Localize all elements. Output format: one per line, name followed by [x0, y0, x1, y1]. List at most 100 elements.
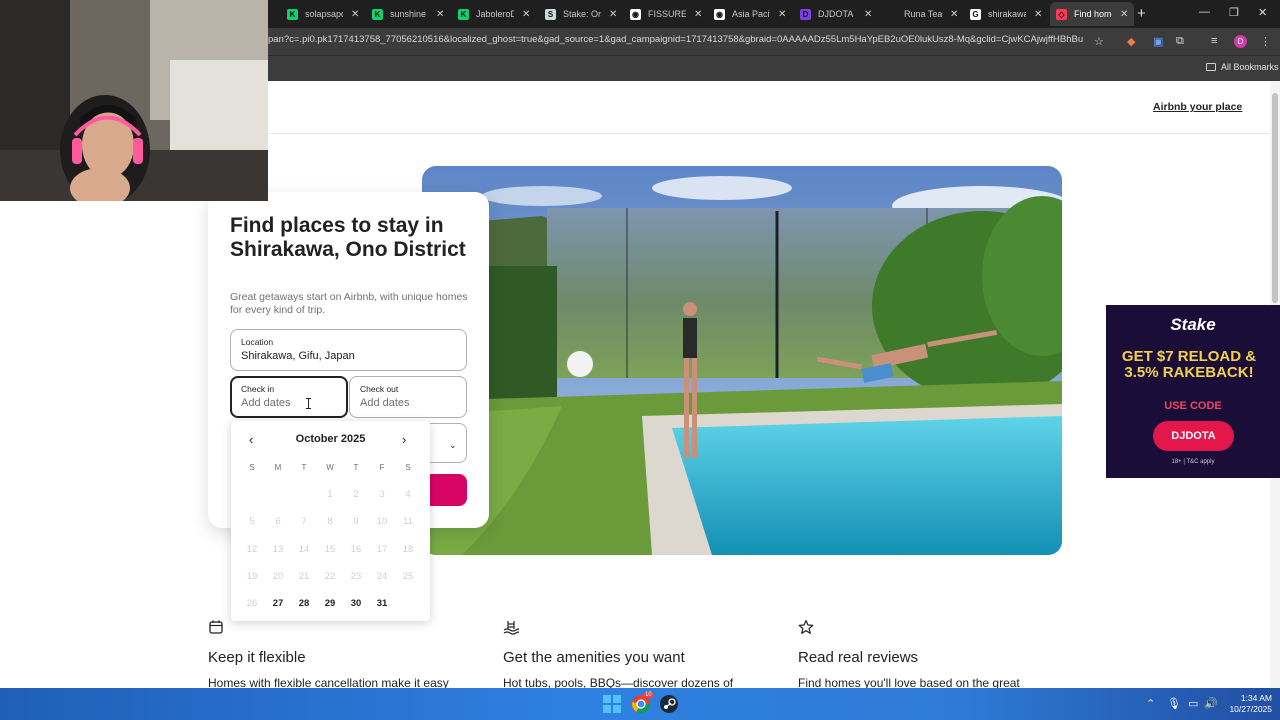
tab-close-icon[interactable]: ✕	[694, 9, 702, 20]
tab-favicon-icon: S	[545, 8, 556, 20]
microphone-icon[interactable]: 🎙	[1167, 697, 1181, 710]
volume-icon[interactable]: 🔊	[1204, 697, 1218, 710]
airbnb-your-place-link[interactable]: Airbnb your place	[1153, 101, 1242, 113]
scroll-thumb[interactable]	[1272, 93, 1278, 303]
calendar-day-available[interactable]: 29	[317, 598, 343, 609]
extension-icon[interactable]: ◆	[1127, 35, 1135, 48]
clock-date: 10/27/2025	[1229, 704, 1272, 714]
clock-time: 1:34 AM	[1240, 693, 1272, 703]
feature-title: Get the amenities you want	[503, 649, 685, 666]
tab-close-icon[interactable]: ✕	[778, 9, 786, 20]
calendar-day-disabled: 6	[275, 516, 281, 528]
windows-start-icon[interactable]	[602, 694, 622, 714]
ad-fine-print: 18+ | T&C apply	[1171, 459, 1215, 465]
location-value[interactable]: Shirakawa, Gifu, Japan	[241, 350, 355, 362]
calendar-day-disabled: 9	[353, 516, 359, 528]
url-field[interactable]: pan?c=.pi0.pk1717413758_77056210516&loca…	[268, 34, 1083, 45]
browser-tab[interactable]: Gshirakawa ✕	[970, 4, 1042, 24]
check-in-input[interactable]: Add dates	[241, 397, 291, 409]
weekday-label: W	[326, 463, 334, 472]
new-tab-button[interactable]: +	[1137, 5, 1146, 22]
tab-close-icon[interactable]: ✕	[609, 9, 617, 20]
calendar-day-disabled: 7	[301, 516, 307, 528]
location-field[interactable]: Location Shirakawa, Gifu, Japan	[230, 329, 467, 371]
calendar-day-disabled: 25	[402, 570, 414, 582]
calendar-day-disabled: 21	[298, 570, 310, 582]
all-bookmarks[interactable]: All Bookmarks	[1206, 62, 1279, 72]
calendar-day-disabled: 22	[324, 570, 336, 582]
calendar-day-disabled: 20	[272, 570, 284, 582]
calendar-month-title: October 2025	[295, 433, 366, 445]
calendar-day-available[interactable]: 28	[291, 598, 317, 609]
steam-icon[interactable]	[659, 694, 679, 714]
tab-close-icon[interactable]: ✕	[351, 9, 359, 20]
check-in-field[interactable]: Check in Add dates	[230, 376, 348, 418]
location-label: Location	[241, 337, 274, 347]
tab-label: Find home	[1074, 9, 1112, 19]
browser-tab[interactable]: ◉ FISSURE P ✕	[630, 4, 702, 24]
check-out-input[interactable]: Add dates	[360, 397, 410, 409]
browser-tab[interactable]: Ksunshine ✕	[372, 4, 444, 24]
tab-favicon-icon: G	[970, 8, 981, 20]
taskbar-clock[interactable]: 1:34 AM 10/27/2025	[1222, 693, 1272, 715]
menu-dots-icon[interactable]: ⋮	[1260, 35, 1271, 48]
calendar-day-disabled: 17	[376, 543, 388, 555]
calendar-day-disabled: 16	[350, 543, 362, 555]
browser-tab[interactable]: Ksolapsapd ✕	[287, 4, 359, 24]
calendar-day-available[interactable]: 30	[343, 598, 369, 609]
calendar-day-available[interactable]: 27	[265, 598, 291, 609]
tab-close-icon[interactable]: ✕	[1120, 9, 1128, 20]
browser-tab[interactable]: D DJDOTA ✕	[800, 4, 872, 24]
tab-close-icon[interactable]: ✕	[864, 9, 872, 20]
webcam-feed	[0, 0, 268, 201]
weekday-label: S	[405, 463, 411, 472]
tab-label: DJDOTA	[818, 9, 854, 19]
browser-tab[interactable]: ◇ Find home ✕	[1050, 2, 1135, 26]
calendar-day-disabled: 13	[272, 543, 284, 555]
calendar-day-disabled: 24	[376, 570, 388, 582]
browser-tab[interactable]: K JaboleroD ✕	[458, 4, 530, 24]
restore-icon[interactable]: ❐	[1229, 6, 1239, 19]
weekday-label: M	[274, 463, 282, 472]
tab-label: solapsapd	[305, 9, 343, 19]
ad-headline: GET $7 RELOAD & 3.5% RAKEBACK!	[1121, 348, 1257, 381]
shield-extension-icon[interactable]: ▣	[1153, 35, 1163, 48]
browser-tab[interactable]: Runa Tean ✕	[886, 4, 958, 24]
weekday-label: T	[353, 463, 359, 472]
tab-close-icon[interactable]: ✕	[522, 9, 530, 20]
next-month-icon[interactable]: ›	[402, 432, 406, 447]
network-icon[interactable]: ▭	[1188, 697, 1198, 710]
tab-favicon-icon: ◇	[1056, 8, 1067, 20]
browser-tab[interactable]: ◉ Asia Pacif ✕	[714, 4, 786, 24]
calendar-day-disabled: 12	[246, 543, 258, 555]
profile-avatar[interactable]: D	[1234, 35, 1247, 48]
tab-favicon-icon	[886, 8, 897, 20]
check-in-label: Check in	[241, 384, 275, 394]
minimize-icon[interactable]: —	[1199, 6, 1210, 18]
chevron-down-icon: ⌄	[449, 440, 457, 450]
calendar-day-available[interactable]: 31	[369, 598, 395, 609]
media-control-icon[interactable]: ≡	[1211, 35, 1217, 47]
all-bookmarks-label: All Bookmarks	[1221, 62, 1279, 72]
tab-close-icon[interactable]: ✕	[436, 9, 444, 20]
tab-close-icon[interactable]: ✕	[1034, 9, 1042, 20]
browser-tab[interactable]: S Stake: Onl ✕	[545, 4, 617, 24]
tab-label: Runa Tean	[904, 9, 942, 19]
ad-logo: Stake	[1170, 315, 1216, 334]
calendar-day-disabled: 18	[402, 543, 414, 555]
close-window-icon[interactable]: ✕	[1258, 6, 1267, 19]
calendar-day-disabled: 26	[246, 598, 258, 610]
windows-taskbar: 10 ⌃ 🎙 ▭ 🔊 1:34 AM 10/27/2025	[0, 688, 1280, 720]
bookmark-star-icon[interactable]: ☆	[1094, 35, 1104, 48]
show-hidden-icons-icon[interactable]: ⌃	[1146, 697, 1155, 710]
check-out-field[interactable]: Check out Add dates	[349, 376, 467, 418]
extensions-puzzle-icon[interactable]: ⧉	[1176, 35, 1184, 48]
tab-label: sunshine	[390, 9, 427, 19]
tab-favicon-icon: ◉	[630, 8, 641, 20]
search-title: Find places to stay in Shirakawa, Ono Di…	[230, 214, 466, 261]
tab-label: JaboleroD	[476, 9, 514, 19]
tab-favicon-icon: K	[372, 8, 383, 20]
stake-ad-banner[interactable]: Stake GET $7 RELOAD & 3.5% RAKEBACK! USE…	[1106, 305, 1280, 478]
tab-close-icon[interactable]: ✕	[950, 9, 958, 20]
ad-code-button[interactable]: DJDOTA	[1153, 421, 1234, 451]
